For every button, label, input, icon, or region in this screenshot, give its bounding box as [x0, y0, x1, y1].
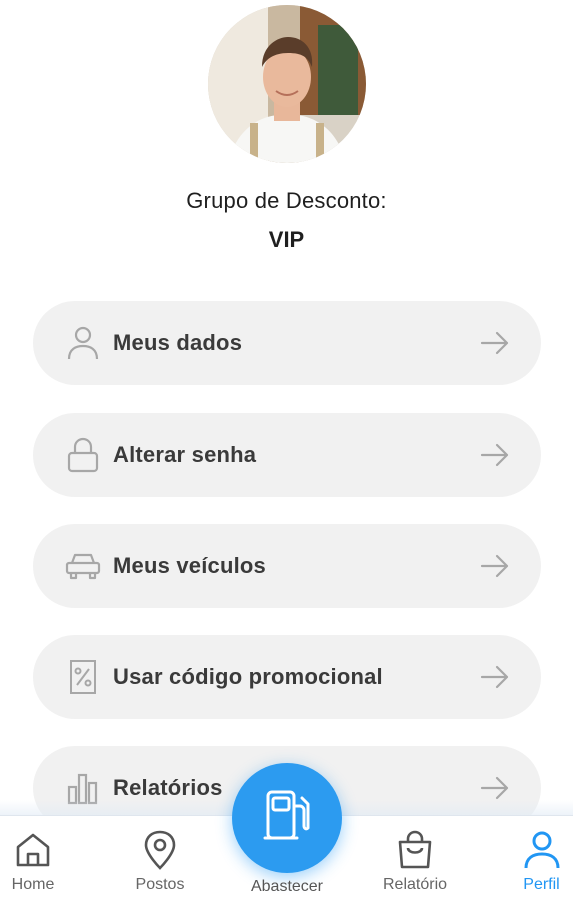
fuel-pump-icon: [262, 788, 312, 849]
menu-item-codigo-promocional[interactable]: Usar código promocional: [33, 635, 541, 719]
profile-photo: [208, 5, 366, 163]
arrow-right-icon: [479, 661, 511, 693]
home-icon: [13, 830, 53, 870]
car-icon: [65, 548, 101, 584]
menu-item-label: Meus veículos: [113, 553, 266, 578]
menu-item-label: Alterar senha: [113, 442, 257, 467]
nav-label: Home: [11, 876, 55, 893]
arrow-right-icon: [479, 550, 511, 582]
lock-icon: [65, 437, 101, 473]
nav-postos[interactable]: Postos: [122, 816, 198, 901]
nav-label-abastecer: Abastecer: [250, 878, 324, 895]
menu-item-alterar-senha[interactable]: Alterar senha: [33, 413, 541, 497]
nav-relatorio[interactable]: Relatório: [370, 816, 460, 901]
profile-icon: [522, 830, 562, 870]
menu-item-meus-veiculos[interactable]: Meus veículos: [33, 524, 541, 608]
abastecer-button[interactable]: [232, 763, 342, 873]
menu-item-label: Usar código promocional: [113, 664, 383, 689]
nav-label: Postos: [135, 876, 185, 893]
avatar[interactable]: [208, 5, 366, 163]
discount-group-label: Grupo de Desconto:: [186, 188, 387, 213]
user-icon: [65, 325, 101, 361]
shopping-bag-icon: [396, 830, 434, 870]
coupon-icon: [65, 659, 101, 695]
menu-item-label: Meus dados: [113, 330, 243, 355]
nav-label: Relatório: [382, 876, 448, 893]
location-pin-icon: [142, 830, 178, 870]
nav-home[interactable]: Home: [0, 816, 66, 901]
discount-group-value: VIP: [268, 227, 305, 252]
nav-label: Perfil: [523, 876, 560, 893]
menu-item-meus-dados[interactable]: Meus dados: [33, 301, 541, 385]
arrow-right-icon: [479, 439, 511, 471]
arrow-right-icon: [479, 327, 511, 359]
nav-perfil[interactable]: Perfil: [510, 816, 573, 901]
